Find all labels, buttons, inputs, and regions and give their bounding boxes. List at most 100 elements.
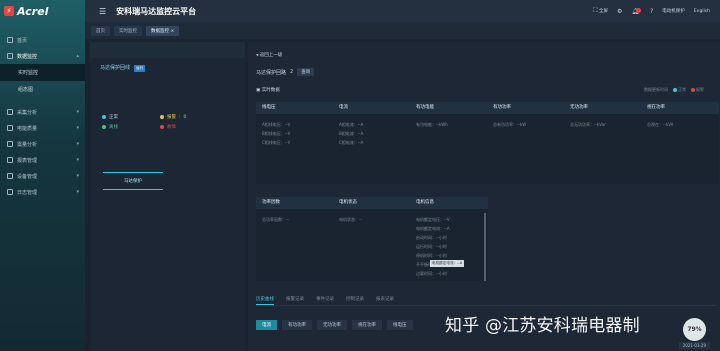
metric-button-reactive-power[interactable]: 无功功率 [317,320,347,330]
card-value-row: C相电流：--A [339,140,364,145]
card-title: 有功功率 [493,105,511,110]
sidebar-item-label: 日志管理 [17,189,38,196]
status-dot-icon [160,115,164,119]
data-card: 线电压 A相线电压：--V B相线电压：--V C相线电压：--V [256,102,334,184]
motor-protection-node[interactable]: 马达保护 [103,172,163,190]
page-tabs: 首页 实时监控 数据监控 × [85,22,720,39]
device-icon [7,173,13,179]
metric-button-active-power[interactable]: 有功功率 [282,320,312,330]
chevron-down-icon: ▾ [76,157,79,163]
top-header: ☰ 安科瑞马达监控云平台 ⛶ 全屏 ⚙ 🔔︎ ? 电动机保护 English [85,0,720,22]
metric-button-current[interactable]: 电流 [256,320,277,330]
data-card: 有功电能有功电能：--kWh [410,102,488,184]
sidebar-item-devices[interactable]: 设备管理 ▾ [0,168,85,184]
metric-button-apparent-power[interactable]: 视在功率 [352,320,382,330]
loop-label: 马达保护回路 [256,69,287,76]
card-value-row: 总无功功率：--kVar [570,122,606,127]
status-dot-icon [102,125,106,129]
status-dot-icon [160,125,164,129]
data-card: 视在功率 总视在：--kVA [641,102,719,184]
query-button[interactable]: 查询 [297,68,315,76]
scrollbar[interactable] [484,213,486,281]
card-title: 线电压 [262,105,276,110]
sidebar-item-logs[interactable]: 日志管理 ▾ [0,184,85,200]
tab-history-curve[interactable]: 历史曲线 [256,296,274,305]
card-value-row: 停机时间：--小时 [416,253,447,258]
sidebar-subitem-realtime[interactable]: 实时监控 [0,64,85,81]
help-icon[interactable]: ? [650,8,653,15]
header-actions: ⛶ 全屏 ⚙ 🔔︎ ? 电动机保护 English [593,7,720,15]
tab-report-records[interactable]: 报表记录 [376,296,394,305]
loop-number: 2 [290,69,294,75]
sidebar-subitem-label: 组态图 [18,87,34,93]
card-value-row: 过载时间：--小时 [416,271,447,276]
logo-icon: ⚡ [4,6,14,16]
metric-button-line-voltage[interactable]: 线电压 [387,320,413,330]
sidebar-item-home[interactable]: 首页 [0,32,85,48]
back-button[interactable]: ◂ 返回上一级 [256,52,282,58]
card-value-row: A相线电压：--V [262,122,291,127]
notification-badge [636,7,642,13]
legend-normal-indicator: 正常 [673,87,686,93]
card-value-row: 电机额定电流：--A [416,226,450,231]
progress-badge: 79% [683,318,706,341]
update-time: 数据更新时间 [644,87,668,92]
tab-data-monitor[interactable]: 数据监控 × [146,25,180,36]
tab-control-records[interactable]: 控制记录 [346,296,364,305]
legend-label: 离线 [109,125,118,130]
menu-toggle-icon[interactable]: ☰ [99,7,106,16]
status-dot-icon [102,115,106,119]
sidebar-item-data-monitor[interactable]: 数据监控 ▴ [0,48,85,64]
data-card: 无功功率总无功功率：--kVar [564,102,642,184]
card-value-row: 有功电能：--kWh [416,122,448,127]
sidebar-item-power-quality[interactable]: 电能质量 ▾ [0,120,85,136]
card-value-row: 总有功功率：--kW [493,122,527,127]
card-value-row: B相电流：--A [339,131,364,136]
card-title: 电机状态 [339,200,357,205]
back-label: 返回上一级 [259,53,283,58]
card-title: 电流 [339,105,348,110]
motor-title[interactable]: 马达保护回线 运行 [100,64,146,72]
motor-panel: 马达保护回线 运行 正常 报警:0 离线 故障 马达保护 [90,42,245,351]
card-title: 有功电能 [416,105,434,110]
data-card: 有功功率总有功功率：--kW [487,102,565,184]
sidebar-subitem-config-diagram[interactable]: 组态图 [0,81,85,98]
legend-alarm: 报警:0 [160,114,186,120]
card-title: 功率因数 [262,200,280,205]
tab-realtime[interactable]: 实时监控 [114,25,142,36]
date-picker[interactable]: 2021-03-29 [678,342,710,349]
tab-event-records[interactable]: 事件记录 [316,296,334,305]
sidebar-item-collection[interactable]: 采集分析 ▾ [0,104,85,120]
dot-icon [673,88,677,92]
legend-text: 报警 [696,87,704,92]
card-value-row: C相线电压：--V [262,140,291,145]
notification-button[interactable]: 🔔︎ [631,7,642,15]
sidebar-item-label: 报表管理 [17,157,38,164]
sidebar-item-reports[interactable]: 报表管理 ▾ [0,152,85,168]
sidebar-item-label: 数据监控 [17,53,38,60]
card-value-row: 启动时间：--小时 [416,235,447,240]
gear-icon[interactable]: ⚙ [617,8,622,15]
divider [256,305,716,306]
language-switch[interactable]: English [694,9,710,14]
tab-alarm-records[interactable]: 报警记录 [286,296,304,305]
card-title: 无功功率 [570,105,588,110]
card-title: 视在功率 [647,105,665,110]
card-value-row: A相电流：--A [339,122,364,127]
realtime-heading: ▣ 实时数据 [256,87,280,93]
chevron-up-icon: ▴ [76,53,79,59]
brand-logo[interactable]: ⚡ Acrel [0,0,85,22]
sidebar-item-demand[interactable]: 需量分析 ▾ [0,136,85,152]
back-arrow-icon: ◂ [256,53,259,58]
chevron-down-icon: ▾ [76,173,79,179]
close-icon[interactable]: × [170,29,174,34]
user-menu[interactable]: 电动机保护 [662,8,685,14]
sidebar-item-label: 需量分析 [17,141,38,148]
tab-label: 数据监控 [151,28,169,34]
chevron-down-icon: ▾ [76,109,79,115]
motor-title-text: 马达保护回线 [100,65,131,71]
tab-home[interactable]: 首页 [91,25,110,36]
card-value-row: B相线电压：--V [262,131,291,136]
fullscreen-button[interactable]: ⛶ 全屏 [593,7,608,15]
log-icon [7,189,13,195]
